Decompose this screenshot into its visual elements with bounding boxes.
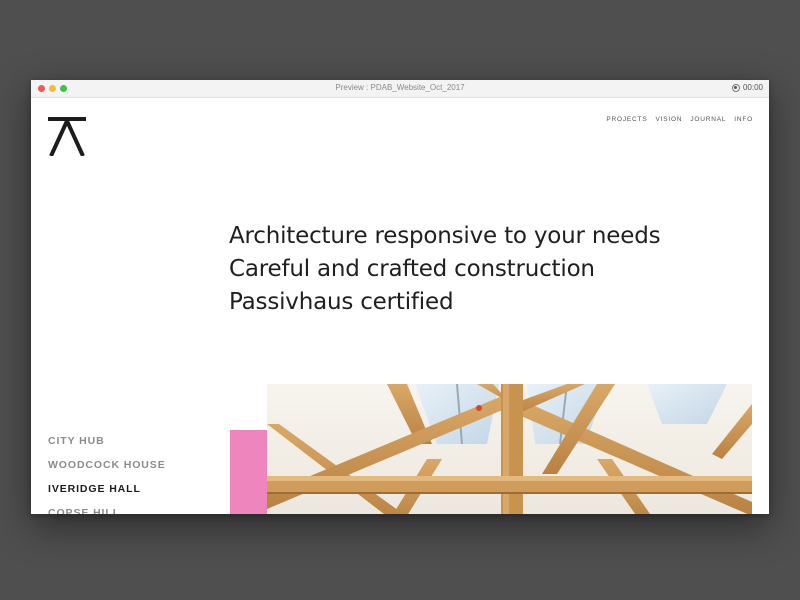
- hero-headline: Architecture responsive to your needs Ca…: [229, 220, 661, 319]
- record-time: 00:00: [742, 83, 763, 92]
- timber-roof-photo[interactable]: [267, 384, 752, 514]
- record-indicator[interactable]: 00:00: [731, 83, 763, 92]
- headline-line-3: Passivhaus certified: [229, 289, 454, 315]
- nav-journal[interactable]: JOURNAL: [690, 116, 726, 123]
- project-list: CITY HUB WOODCOCK HOUSE IVERIDGE HALL CO…: [48, 429, 166, 514]
- nav-vision[interactable]: VISION: [655, 116, 682, 123]
- preview-window: Preview : PDAB_Website_Oct_2017 00:00 PR…: [31, 80, 769, 514]
- nav-projects[interactable]: PROJECTS: [606, 116, 647, 123]
- accent-block: [230, 430, 268, 514]
- headline-line-2: Careful and crafted construction: [229, 256, 595, 282]
- record-icon: [731, 83, 740, 92]
- project-city-hub[interactable]: CITY HUB: [48, 429, 166, 453]
- window-titlebar: Preview : PDAB_Website_Oct_2017 00:00: [31, 80, 769, 98]
- headline-line-1: Architecture responsive to your needs: [229, 223, 661, 249]
- project-iveridge-hall[interactable]: IVERIDGE HALL: [48, 477, 166, 501]
- project-copse-hill[interactable]: COPSE HILL: [48, 501, 166, 514]
- main-nav: PROJECTS VISION JOURNAL INFO: [606, 116, 753, 123]
- nav-info[interactable]: INFO: [734, 116, 753, 123]
- pdab-logo-icon[interactable]: [47, 116, 87, 156]
- project-woodcock-house[interactable]: WOODCOCK HOUSE: [48, 453, 166, 477]
- window-title: Preview : PDAB_Website_Oct_2017: [335, 83, 465, 92]
